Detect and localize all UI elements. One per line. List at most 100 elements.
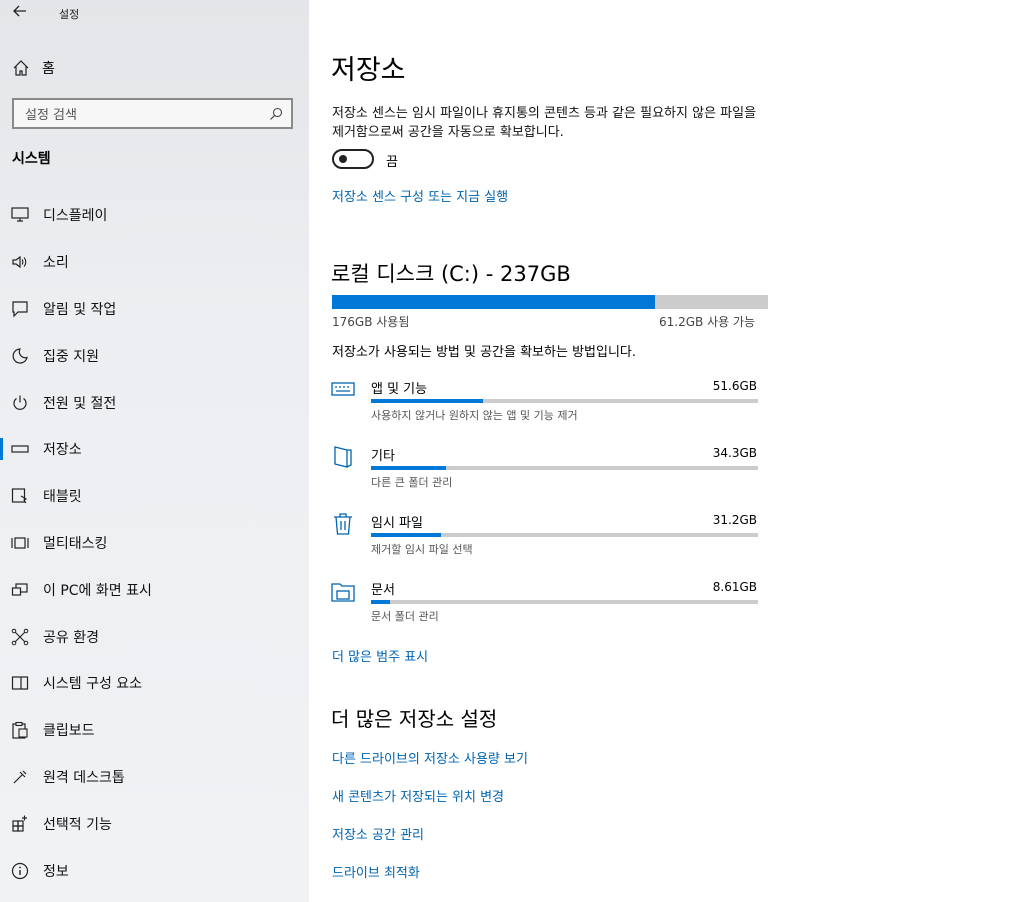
category-name: 문서 xyxy=(371,583,395,598)
toggle-knob xyxy=(339,155,347,163)
search-icon[interactable] xyxy=(269,107,283,121)
home-icon xyxy=(13,60,29,76)
power-icon xyxy=(10,393,30,413)
other-drives-link[interactable]: 다른 드라이브의 저장소 사용량 보기 xyxy=(332,748,528,767)
category-name: 앱 및 기능 xyxy=(371,382,428,397)
disk-usage-bar xyxy=(332,295,768,309)
clipboard-icon xyxy=(10,720,30,740)
category-bar-fill xyxy=(371,533,441,537)
sidebar-item-label: 공유 환경 xyxy=(43,629,99,646)
sidebar-item-label: 정보 xyxy=(43,863,69,880)
sidebar-item-label: 저장소 xyxy=(43,442,82,459)
storage-sense-toggle[interactable] xyxy=(332,149,374,169)
sidebar-item-power[interactable]: 전원 및 절전 xyxy=(0,379,309,426)
share-icon xyxy=(10,627,30,647)
category-bar xyxy=(371,466,758,470)
category-size: 34.3GB xyxy=(712,446,757,460)
sidebar-item-label: 전원 및 절전 xyxy=(43,395,117,412)
disk-usage-fill xyxy=(332,295,655,309)
category-size: 31.2GB xyxy=(712,513,757,527)
more-categories-link[interactable]: 더 많은 범주 표시 xyxy=(332,646,428,665)
sidebar-item-label: 소리 xyxy=(43,255,69,272)
category-subtext: 문서 폴더 관리 xyxy=(371,610,439,623)
multitasking-icon xyxy=(10,533,30,553)
sidebar-item-label: 이 PC에 화면 표시 xyxy=(43,582,152,599)
sidebar-item-label: 멀티태스킹 xyxy=(43,535,108,552)
sidebar-item-storage[interactable]: 저장소 xyxy=(0,426,309,473)
settings-search[interactable]: 설정 검색 xyxy=(12,98,293,129)
home-link[interactable]: 홈 xyxy=(12,57,55,79)
monitor-icon xyxy=(10,205,30,225)
sidebar-item-label: 디스플레이 xyxy=(43,208,108,225)
category-subtext: 사용하지 않거나 원하지 않는 앱 및 기능 제거 xyxy=(371,409,578,422)
category-bar xyxy=(371,533,758,537)
app-title: 설정 xyxy=(59,8,80,21)
category-name: 임시 파일 xyxy=(371,516,423,531)
category-size: 51.6GB xyxy=(712,379,757,393)
category-size: 8.61GB xyxy=(712,580,757,594)
sidebar-item-notifications[interactable]: 알림 및 작업 xyxy=(0,286,309,333)
category-temp-files[interactable]: 임시 파일 31.2GB 제거할 임시 파일 선택 xyxy=(331,512,761,572)
storage-sense-config-link[interactable]: 저장소 센스 구성 또는 지금 실행 xyxy=(332,186,508,205)
moon-icon xyxy=(10,346,30,366)
title-bar: 설정 xyxy=(0,0,309,28)
sidebar-item-share[interactable]: 공유 환경 xyxy=(0,613,309,660)
free-space-label: 61.2GB 사용 가능 xyxy=(659,315,756,329)
sidebar-item-sound[interactable]: 소리 xyxy=(0,239,309,286)
trash-icon xyxy=(334,513,352,535)
sidebar-item-label: 집중 지원 xyxy=(43,348,99,365)
category-bar xyxy=(371,600,758,604)
main-content: 저장소 저장소 센스는 임시 파일이나 휴지통의 콘텐츠 등과 같은 필요하지 … xyxy=(309,0,1024,902)
sidebar-item-clipboard[interactable]: 클립보드 xyxy=(0,707,309,754)
info-icon xyxy=(10,861,30,881)
sidebar-nav: 디스플레이 소리 알림 및 작업 집중 지원 전원 및 절전 저장소 태블릿 멀… xyxy=(0,192,309,894)
save-location-link[interactable]: 새 콘텐츠가 저장되는 위치 변경 xyxy=(332,786,504,805)
sidebar-item-label: 선택적 기능 xyxy=(43,816,112,833)
sidebar: 설정 홈 설정 검색 시스템 디스플레이 소리 알림 및 작업 집중 지원 전원… xyxy=(0,0,309,902)
sidebar-item-multitasking[interactable]: 멀티태스킹 xyxy=(0,520,309,567)
category-apps[interactable]: 앱 및 기능 51.6GB 사용하지 않거나 원하지 않는 앱 및 기능 제거 xyxy=(331,378,761,438)
project-icon xyxy=(10,580,30,600)
sidebar-item-tablet[interactable]: 태블릿 xyxy=(0,473,309,520)
sidebar-item-about[interactable]: 정보 xyxy=(0,847,309,894)
sidebar-item-label: 알림 및 작업 xyxy=(43,301,117,318)
used-space-label: 176GB 사용됨 xyxy=(332,315,410,329)
storage-sense-description: 저장소 센스는 임시 파일이나 휴지통의 콘텐츠 등과 같은 필요하지 않은 파… xyxy=(332,106,757,140)
category-bar xyxy=(371,399,758,403)
sidebar-item-label: 태블릿 xyxy=(43,489,82,506)
optional-features-icon xyxy=(10,814,30,834)
sidebar-item-label: 원격 데스크톱 xyxy=(43,769,125,786)
category-documents[interactable]: 문서 8.61GB 문서 폴더 관리 xyxy=(331,579,761,639)
category-name: 기타 xyxy=(371,449,395,464)
documents-icon xyxy=(331,583,355,602)
storage-spaces-link[interactable]: 저장소 공간 관리 xyxy=(332,824,424,843)
back-arrow-icon[interactable] xyxy=(10,4,30,22)
usage-description: 저장소가 사용되는 방법 및 공간을 확보하는 방법입니다. xyxy=(332,345,637,360)
category-subtext: 제거할 임시 파일 선택 xyxy=(371,543,473,556)
other-folder-icon xyxy=(334,446,352,468)
sidebar-item-label: 클립보드 xyxy=(43,723,95,740)
search-input[interactable]: 설정 검색 xyxy=(14,104,269,123)
storage-icon xyxy=(10,439,30,459)
speaker-icon xyxy=(10,252,30,272)
sidebar-item-project[interactable]: 이 PC에 화면 표시 xyxy=(0,566,309,613)
components-icon xyxy=(10,673,30,693)
sidebar-item-display[interactable]: 디스플레이 xyxy=(0,192,309,239)
page-title: 저장소 xyxy=(331,55,406,86)
category-subtext: 다른 큰 폴더 관리 xyxy=(371,476,453,489)
section-heading: 시스템 xyxy=(12,151,51,167)
category-bar-fill xyxy=(371,399,484,403)
disk-title: 로컬 디스크 (C:) - 237GB xyxy=(331,262,571,286)
sidebar-item-focus[interactable]: 집중 지원 xyxy=(0,332,309,379)
notification-icon xyxy=(10,299,30,319)
toggle-state-label: 끔 xyxy=(386,155,398,170)
sidebar-item-components[interactable]: 시스템 구성 요소 xyxy=(0,660,309,707)
sidebar-item-label: 시스템 구성 요소 xyxy=(43,676,143,693)
sidebar-item-remote-desktop[interactable]: 원격 데스크톱 xyxy=(0,754,309,801)
category-other[interactable]: 기타 34.3GB 다른 큰 폴더 관리 xyxy=(331,445,761,505)
tablet-icon xyxy=(10,486,30,506)
category-bar-fill xyxy=(371,600,391,604)
optimize-drives-link[interactable]: 드라이브 최적화 xyxy=(332,862,420,881)
remote-desktop-icon xyxy=(10,767,30,787)
sidebar-item-optional-features[interactable]: 선택적 기능 xyxy=(0,800,309,847)
